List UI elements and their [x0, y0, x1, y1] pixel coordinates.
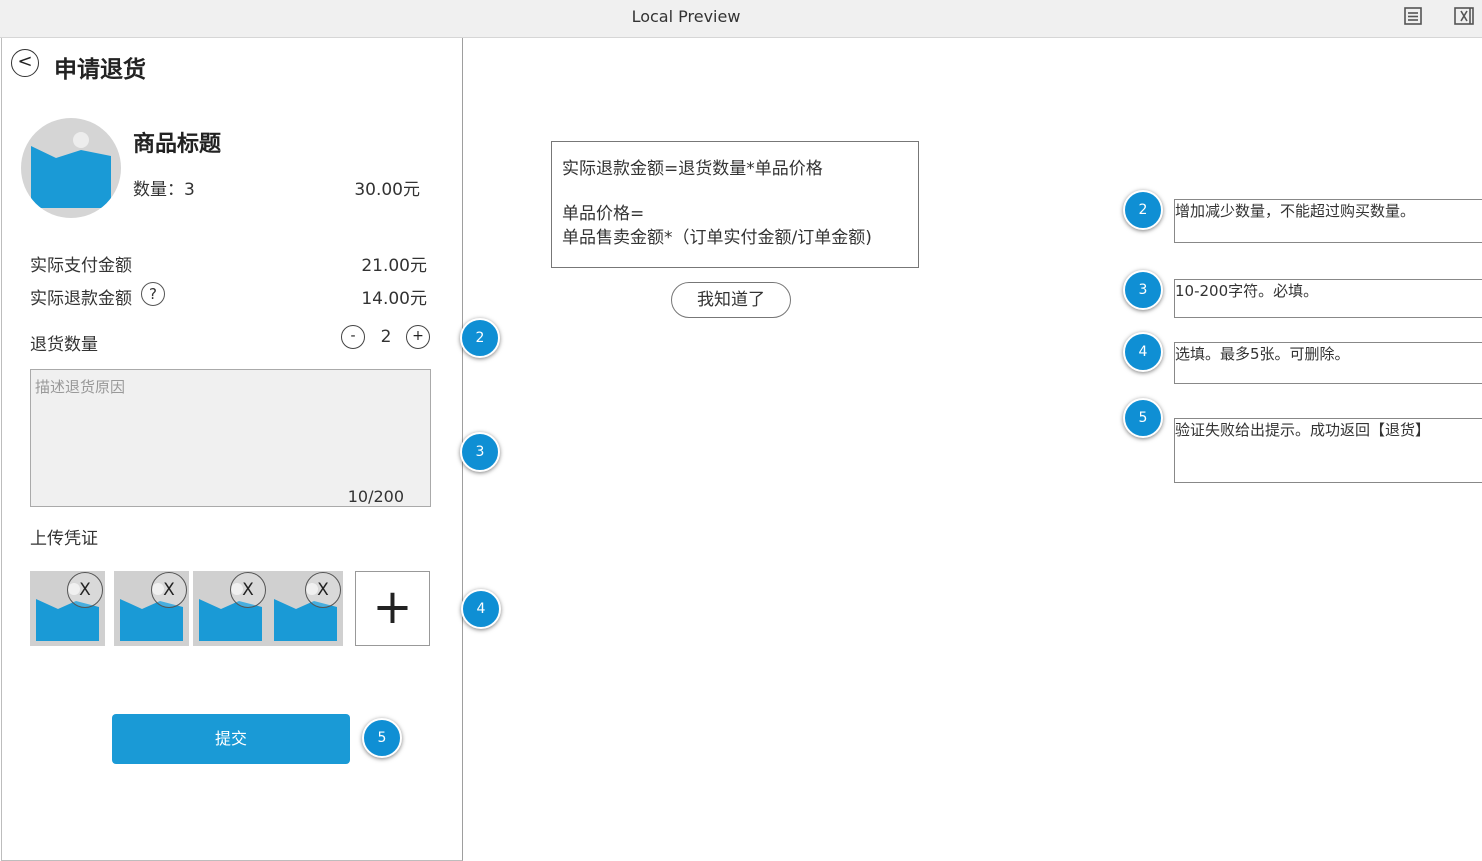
close-panel-icon[interactable] [1454, 6, 1474, 26]
note-4: 选填。最多5张。可删除。 [1174, 342, 1482, 384]
note-5: 验证失败给出提示。成功返回【退货】 [1174, 418, 1482, 483]
annotation-marker-3: 3 [460, 432, 500, 472]
back-button[interactable]: < [11, 49, 39, 77]
char-counter: 10/200 [347, 487, 404, 506]
note-marker-3: 3 [1123, 270, 1163, 310]
note-text: 增加减少数量，不能超过购买数量。 [1175, 202, 1416, 220]
dialog-line: 单品售卖金额*（订单实付金额/订单金额) [562, 228, 872, 248]
product-price: 30.00元 [354, 180, 420, 200]
uploaded-image[interactable]: X [268, 571, 343, 646]
product-image [21, 118, 121, 218]
paid-amount-label: 实际支付金额 [30, 256, 132, 276]
delete-image-button[interactable]: X [305, 572, 341, 608]
image-placeholder-icon [31, 132, 111, 208]
refund-explanation-dialog: 实际退款金额=退货数量*单品价格 单品价格= 单品售卖金额*（订单实付金额/订单… [551, 141, 919, 268]
note-marker-5: 5 [1123, 398, 1163, 438]
delete-image-button[interactable]: X [151, 572, 187, 608]
note-text: 选填。最多5张。可删除。 [1175, 345, 1350, 363]
annotation-marker-2: 2 [460, 318, 500, 358]
delete-image-button[interactable]: X [230, 572, 266, 608]
delete-image-button[interactable]: X [67, 572, 103, 608]
product-title: 商品标题 [133, 132, 222, 157]
note-3: 10-200字符。必填。 [1174, 279, 1482, 318]
note-2: 增加减少数量，不能超过购买数量。 [1174, 199, 1482, 243]
help-icon[interactable]: ? [141, 282, 165, 306]
paid-amount-value: 21.00元 [361, 256, 427, 276]
refund-amount-value: 14.00元 [361, 289, 427, 309]
decrease-button[interactable]: - [341, 325, 365, 349]
note-marker-2: 2 [1123, 190, 1163, 230]
upload-label: 上传凭证 [30, 529, 98, 549]
return-qty-value: 2 [380, 327, 392, 347]
annotation-marker-4: 4 [461, 589, 501, 629]
note-text: 验证失败给出提示。成功返回【退货】 [1175, 421, 1431, 439]
reason-textarea[interactable]: 描述退货原因 10/200 [30, 369, 431, 507]
increase-button[interactable]: + [406, 325, 430, 349]
product-quantity: 数量：3 [133, 180, 195, 200]
acknowledge-button[interactable]: 我知道了 [671, 282, 791, 318]
note-text: 10-200字符。必填。 [1175, 282, 1319, 300]
add-image-button[interactable]: + [355, 571, 430, 646]
list-icon[interactable] [1403, 6, 1423, 26]
page-title: 申请退货 [54, 57, 146, 83]
uploaded-image[interactable]: X [193, 571, 268, 646]
reason-placeholder: 描述退货原因 [35, 378, 126, 396]
dialog-line: 实际退款金额=退货数量*单品价格 [562, 159, 823, 179]
uploaded-image[interactable]: X [114, 571, 189, 646]
refund-amount-label: 实际退款金额 [30, 289, 132, 309]
window-title: Local Preview [631, 7, 741, 26]
uploaded-image[interactable]: X [30, 571, 105, 646]
submit-button[interactable]: 提交 [112, 714, 350, 764]
window-title-bar: Local Preview [0, 0, 1482, 38]
note-marker-4: 4 [1123, 332, 1163, 372]
return-qty-label: 退货数量 [30, 335, 98, 355]
dialog-line: 单品价格= [562, 204, 645, 224]
annotation-marker-5: 5 [362, 718, 402, 758]
